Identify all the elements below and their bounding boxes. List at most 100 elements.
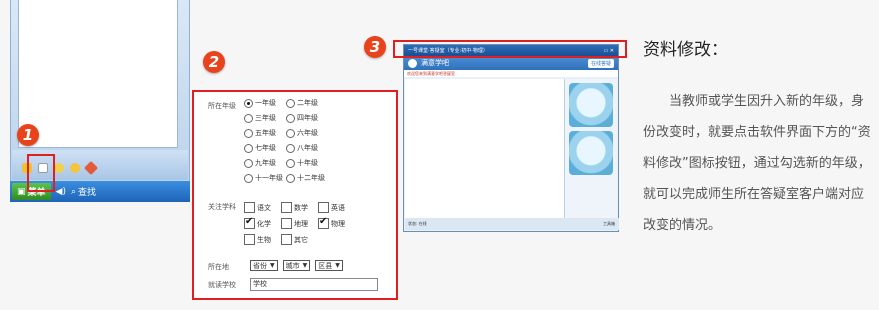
checkbox-box[interactable]	[244, 202, 255, 213]
subject-checkbox[interactable]: 其它	[281, 234, 318, 245]
grade-radio[interactable]: 六年级	[286, 128, 334, 138]
grade-radio-label: 九年级	[255, 159, 276, 167]
sun-icon[interactable]	[70, 163, 80, 173]
grade-radio[interactable]: 一年级	[244, 98, 286, 108]
profile-form: 所在年级 一年级 二年级三年级 四年级五年级 六年级七年级 八年级九年级 十年级十一年级 十…	[192, 90, 398, 300]
checkbox-box[interactable]	[244, 234, 255, 245]
school-label: 就读学校	[208, 281, 236, 289]
radio-dot[interactable]	[286, 173, 295, 183]
grade-radio-label: 一年级	[255, 99, 276, 107]
select-value: 省份	[253, 261, 267, 270]
search-icon: ⌕	[70, 186, 77, 197]
checkbox-box[interactable]	[318, 216, 329, 229]
grade-radio-label: 十年级	[297, 159, 318, 167]
grade-radio[interactable]: 七年级	[244, 143, 286, 153]
grade-radio[interactable]: 三年级	[244, 113, 286, 123]
grade-options: 一年级 二年级三年级 四年级五年级 六年级七年级 八年级九年级 十年级十一年级 十二年级	[244, 98, 394, 183]
chat-area	[18, 0, 178, 148]
grade-radio-label: 七年级	[255, 144, 276, 152]
step-badge-3: 3	[364, 36, 386, 58]
chevron-down-icon: ▼	[335, 262, 340, 269]
app-status-right[interactable]: 工具箱	[603, 221, 615, 227]
grade-radio[interactable]: 四年级	[286, 113, 334, 123]
school-input[interactable]: 学校	[250, 278, 378, 291]
subject-checkbox[interactable]: 英语	[318, 202, 355, 213]
highlight-titlebar	[393, 40, 627, 58]
subject-checkbox[interactable]: 语文	[244, 202, 281, 213]
subject-label-text: 物理	[331, 219, 345, 228]
grade-radio-label: 六年级	[297, 129, 318, 137]
subject-label-text: 地理	[294, 219, 308, 228]
smile-icon[interactable]	[54, 163, 64, 173]
subject-label-text: 语文	[257, 203, 271, 212]
checkbox-box[interactable]	[244, 216, 255, 229]
radio-dot[interactable]	[286, 98, 295, 108]
location-select[interactable]: 区县 ▼	[315, 260, 343, 271]
select-value: 区县	[318, 261, 333, 270]
grade-radio-label: 二年级	[297, 99, 318, 107]
step-badge-1: 1	[17, 124, 39, 146]
location-select[interactable]: 城市 ▼	[282, 260, 311, 271]
subject-checkbox[interactable]: 生物	[244, 234, 281, 245]
grade-radio[interactable]: 十年级	[286, 158, 334, 168]
windows-icon: ▣	[17, 186, 26, 197]
radio-dot[interactable]	[244, 113, 253, 123]
radio-dot[interactable]	[244, 98, 253, 108]
app-notice: 欢迎您来到满意学吧答疑室	[404, 70, 618, 77]
search-label: 查找	[78, 188, 97, 198]
grade-radio[interactable]: 十二年级	[286, 173, 334, 183]
app-window: 一号课堂·答疑室（专业:初中·物理） ▭ ✕ 满意学吧 在线答疑 欢迎您来到满意…	[403, 44, 619, 232]
checkbox-box[interactable]	[281, 202, 292, 213]
app-video-pane	[565, 79, 617, 219]
radio-dot[interactable]	[244, 143, 253, 153]
grade-radio[interactable]: 二年级	[286, 98, 334, 108]
section-title: 资料修改：	[643, 40, 728, 60]
chevron-down-icon: ▼	[270, 262, 275, 269]
radio-dot[interactable]	[286, 128, 295, 138]
radio-dot[interactable]	[286, 143, 295, 153]
checkbox-box[interactable]	[281, 234, 292, 245]
grade-radio[interactable]: 五年级	[244, 128, 286, 138]
subject-checkbox[interactable]: 地理	[281, 218, 318, 229]
location-select[interactable]: 省份 ▼	[250, 260, 278, 271]
grade-radio[interactable]: 十一年级	[244, 173, 286, 183]
pin-icon[interactable]	[83, 160, 99, 176]
app-statusbar: 状态: 在线 工具箱	[405, 218, 619, 230]
step-badge-2: 2	[203, 51, 225, 73]
grade-radio-label: 十二年级	[297, 174, 325, 182]
description-text: 当教师或学生因升入新的年级，身份改变时，就要点击软件界面下方的“资料修改”图标按…	[643, 94, 871, 233]
subject-label-text: 英语	[331, 203, 345, 212]
subject-checkbox[interactable]: 化学	[244, 216, 281, 229]
radio-dot[interactable]	[244, 158, 253, 168]
grade-label: 所在年级	[208, 102, 236, 110]
select-value: 城市	[285, 261, 300, 270]
radio-dot[interactable]	[286, 113, 295, 123]
grade-radio[interactable]: 九年级	[244, 158, 286, 168]
camera-icon	[569, 83, 613, 127]
tutorial-panel: ▣ 菜单 ◀) ⌕ 查找 1 2 所在年级 一年级 二年级 三年级 四年级 五年级 六年级…	[0, 0, 879, 310]
grade-radio-label: 三年级	[255, 114, 276, 122]
subject-label-text: 生物	[257, 235, 271, 244]
radio-dot[interactable]	[244, 173, 253, 183]
radio-dot[interactable]	[244, 128, 253, 138]
radio-dot[interactable]	[286, 158, 295, 168]
app-status-left: 状态: 在线	[408, 221, 427, 226]
highlight-profile-icon	[27, 154, 55, 192]
grade-radio-label: 四年级	[297, 114, 318, 122]
chevron-down-icon: ▼	[302, 262, 308, 269]
subject-options: 语文 数学 英语化学 地理 物理生物 其它	[244, 202, 355, 245]
subject-checkbox[interactable]: 数学	[281, 202, 318, 213]
search-button[interactable]: ⌕ 查找	[70, 185, 97, 199]
volume-icon[interactable]: ◀)	[56, 187, 66, 197]
checkbox-box[interactable]	[281, 218, 292, 229]
subject-checkbox[interactable]: 物理	[318, 216, 355, 229]
location-label: 所在地	[208, 263, 229, 271]
subject-label-text: 数学	[294, 203, 308, 212]
camera-icon	[569, 131, 613, 175]
checkbox-box[interactable]	[318, 202, 329, 213]
app-logo	[408, 58, 417, 68]
grade-radio[interactable]: 八年级	[286, 143, 334, 153]
app-head-button[interactable]: 在线答疑	[587, 58, 614, 68]
subject-label-text: 其它	[294, 235, 308, 244]
subject-label-text: 化学	[257, 219, 271, 228]
